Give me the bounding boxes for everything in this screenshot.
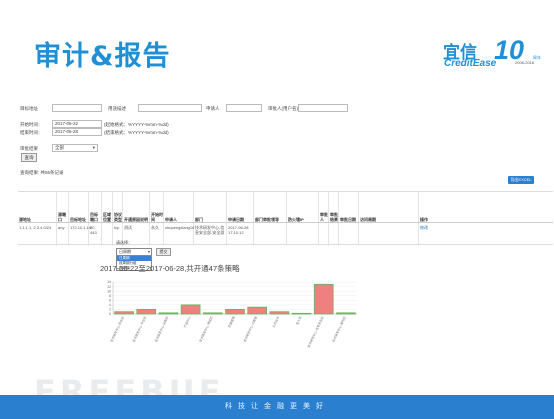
col-header: 开始时间: [151, 212, 163, 222]
y-tick-label: 8: [109, 294, 111, 298]
approver-input[interactable]: [298, 104, 348, 112]
edit-link[interactable]: 修改: [420, 225, 450, 230]
results-table: 源地址 源端口 目标地址 目标端口 区域位置 协议类型 开通原因说明 开始时间 …: [18, 191, 553, 246]
cell-applicant: zhupengxiang16: [165, 225, 195, 230]
bar: [114, 311, 134, 315]
chevron-down-icon: ▾: [147, 249, 150, 254]
creditease-logo: 宜信 CreditEase 10 周年 2006-2016: [443, 35, 545, 74]
col-header: 目标端口: [90, 212, 98, 222]
cell-target-port: 80, 443: [90, 225, 97, 235]
target-address-input[interactable]: [52, 104, 102, 112]
chart-period-label: 请选择：: [116, 240, 132, 245]
start-time-hint: (起始格式：%YYYY-%mm-%dd): [104, 122, 169, 127]
col-header: 操作: [420, 217, 428, 222]
col-header: 部门: [195, 217, 203, 222]
x-tick-label: 财富管理: [226, 315, 236, 328]
y-tick-label: 6: [109, 298, 111, 302]
x-tick-label: 技术研发中心-信息安全部: [306, 315, 325, 348]
chevron-down-icon: ▾: [92, 145, 95, 150]
export-excel-button[interactable]: 导出EXCEL: [508, 176, 534, 184]
end-time-hint: (结束格式：%YYYY-%mm-%dd): [104, 130, 169, 135]
x-tick-label: 技术研发中心-架构部: [330, 315, 346, 342]
y-tick-label: 4: [109, 303, 111, 307]
start-time-label: 开始时间：: [20, 122, 43, 127]
col-header: 审批人: [320, 212, 328, 222]
col-header: 申请人: [165, 217, 177, 222]
start-time-input[interactable]: 2017-06-22: [52, 120, 102, 128]
slide-title: 审计&报告: [34, 41, 171, 72]
y-tick-label: 2: [109, 308, 111, 312]
cell-source-port: any: [58, 225, 65, 230]
x-tick-label: 宜人贷: [294, 315, 302, 325]
col-header: 审批日期: [340, 217, 356, 222]
col-header: 目标地址: [70, 217, 86, 222]
logo-badge: 周年: [533, 55, 541, 60]
y-tick-label: 10: [107, 289, 111, 293]
cell-source-ip: 1.1.1.1, 2.3.4.0/24: [19, 225, 52, 230]
bar: [136, 309, 157, 315]
end-time-input[interactable]: 2017-06-28: [52, 128, 102, 136]
bar: [158, 312, 179, 315]
col-header: 访问周期: [360, 217, 376, 222]
slide-footer-slogan: 科技让金融更美好: [225, 403, 329, 410]
logo-en: CreditEase: [444, 58, 497, 69]
col-header: 部门审批领导: [255, 217, 279, 222]
status-label: 审批结果: [20, 146, 38, 151]
cell-target-ip: 172.10.1.10: [70, 225, 92, 230]
query-button[interactable]: 查询: [21, 153, 37, 162]
col-header: 源地址: [19, 217, 31, 222]
cell-start-time: 永久: [151, 225, 159, 230]
cell-apply-date: 2017-06-28 17:10:12: [228, 225, 249, 235]
purpose-input[interactable]: [138, 104, 202, 112]
applicant-label: 申请人: [206, 106, 220, 111]
chart-submit-button[interactable]: 提交: [156, 248, 171, 256]
col-header: 源端口: [58, 212, 66, 222]
bar: [247, 306, 268, 315]
logo-years: 2006-2016: [515, 60, 535, 65]
x-tick-label: 技术研发中心-平台部: [131, 315, 147, 342]
approver-label: 审批人(用户名): [268, 106, 298, 111]
x-tick-label: 技术研发中心-大数据: [242, 315, 258, 342]
bar: [336, 312, 356, 315]
bar: [269, 311, 290, 315]
bar: [291, 312, 312, 315]
status-select[interactable]: 全部 ▾: [52, 144, 98, 152]
purpose-label: 用途描述: [108, 106, 126, 111]
bar: [225, 309, 245, 315]
end-time-label: 结束时间：: [20, 130, 43, 135]
chart-period-selected: 日周期: [119, 249, 131, 254]
cell-reason: 测试: [124, 225, 132, 230]
status-select-value: 全部: [55, 145, 64, 150]
bar: [313, 283, 334, 315]
col-header: 协议类型: [114, 212, 122, 222]
applicant-input[interactable]: [226, 104, 262, 112]
col-header: 申请日期: [228, 217, 244, 222]
y-tick-label: 14: [107, 280, 111, 284]
chart-title: 2017-06-22至2017-06-28,共开通47条策略: [100, 264, 240, 273]
y-tick-label: 12: [107, 285, 111, 289]
bar: [180, 304, 201, 315]
bar: [202, 312, 223, 315]
policy-bar-chart: 02468101214 技术研发中心-安全部 技术研发中心-平台部 技术研发中心-运维…: [107, 280, 357, 348]
col-header: 防火墙IP: [288, 217, 304, 222]
cell-protocol: tcp: [114, 225, 120, 230]
target-address-label: 目标地址: [20, 106, 38, 111]
x-tick-label: 技术研发中心-安全部: [109, 315, 125, 342]
col-header: 审批结果: [330, 212, 338, 222]
chart-period-select[interactable]: 日周期 ▾: [116, 248, 152, 256]
x-tick-label: 产品中心: [182, 315, 192, 328]
x-tick-label: 技术研发中心-测试部: [197, 315, 213, 342]
cell-department: 技术研发中心-信息安全部-安全部: [195, 225, 225, 235]
col-header: 区域位置: [103, 212, 111, 222]
x-tick-label: 公共技术: [271, 315, 281, 328]
result-count: 查询结果: 共56条记录: [20, 170, 64, 175]
x-tick-label: 技术研发中心-运维部: [153, 315, 169, 342]
col-header: 开通原因说明: [124, 217, 148, 222]
y-tick-label: 0: [109, 312, 111, 316]
